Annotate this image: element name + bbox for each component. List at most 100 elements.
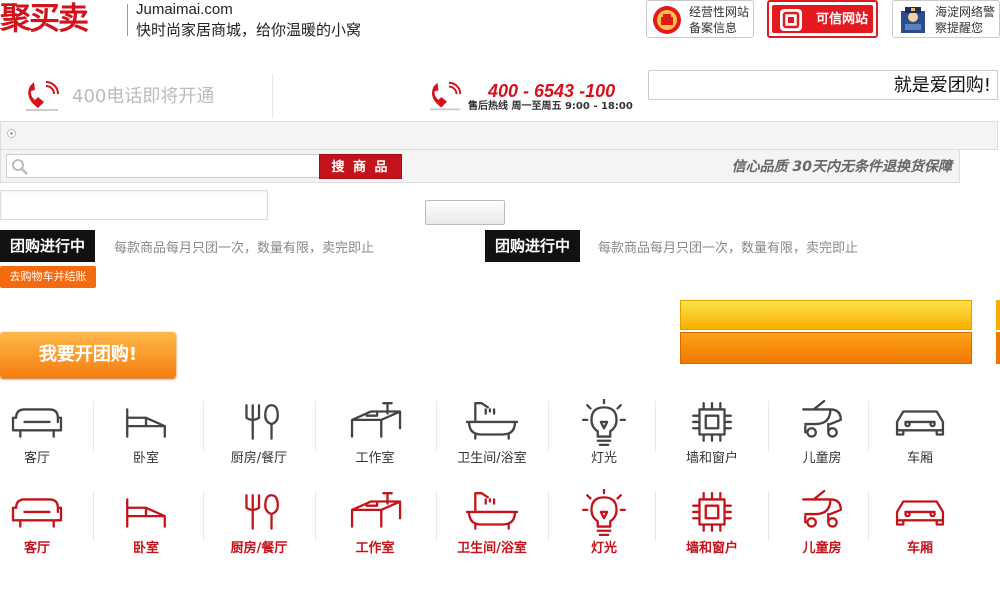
- promo-bar-orange[interactable]: [680, 332, 972, 364]
- category-item[interactable]: 墙和窗户: [667, 485, 757, 571]
- category-label: 工作室: [355, 451, 395, 466]
- category-divider: [768, 401, 769, 451]
- category-item[interactable]: 儿童房: [777, 395, 867, 481]
- trusted-site-badge[interactable]: 可信网站: [767, 0, 878, 38]
- category-divider: [655, 401, 656, 451]
- car-icon: [895, 500, 945, 526]
- lightbulb-icon: [581, 399, 627, 447]
- category-label: 厨房/餐厅: [230, 541, 288, 556]
- sofa-icon: [11, 408, 63, 438]
- category-label: 卫生间/浴室: [457, 541, 527, 556]
- category-label: 儿童房: [802, 541, 842, 556]
- category-divider: [868, 491, 869, 541]
- bathtub-icon: [465, 492, 519, 530]
- category-label: 工作室: [355, 541, 395, 556]
- hotline-number: 400 - 6543 -100: [488, 81, 616, 101]
- category-divider: [655, 491, 656, 541]
- bed-icon: [126, 408, 166, 438]
- hotline-divider: [272, 74, 273, 118]
- start-groupbuy-button[interactable]: 我要开团购!: [0, 332, 176, 378]
- site-slogan: 快时尚家居商城，给你温暖的小窝: [136, 21, 362, 39]
- badge-background: 可信网站: [772, 5, 873, 33]
- category-divider: [315, 401, 316, 451]
- category-item[interactable]: 客厅: [0, 485, 82, 571]
- site-domain: Jumaimai.com: [136, 1, 233, 18]
- fork-spoon-icon: [245, 494, 279, 530]
- category-item[interactable]: 灯光: [559, 485, 649, 571]
- groupbuy-desc: 每款商品每月只团一次，数量有限，卖完即止: [598, 241, 859, 256]
- lightbulb-icon: [581, 489, 627, 537]
- category-label: 卧室: [132, 451, 159, 466]
- shield-emblem-icon: [653, 6, 681, 34]
- badge-line1: 海淀网络警: [935, 5, 996, 19]
- category-label: 儿童房: [802, 451, 842, 466]
- category-item[interactable]: 车厢: [875, 395, 965, 481]
- category-divider: [315, 491, 316, 541]
- logo-divider: [127, 4, 128, 36]
- site-logo[interactable]: 聚买卖: [0, 0, 89, 38]
- blank-button[interactable]: [425, 200, 505, 225]
- hotline-coming-soon: 400电话即将开通: [72, 86, 215, 107]
- search-input[interactable]: [6, 154, 320, 178]
- badge-line2: 察提醒您: [935, 21, 984, 35]
- category-divider: [548, 491, 549, 541]
- quality-promise: 信心品质 30天内无条件退换货保障: [731, 159, 952, 175]
- category-label: 厨房/餐厅: [230, 451, 288, 466]
- category-label: 车厢: [906, 541, 933, 556]
- category-item[interactable]: 卫生间/浴室: [447, 395, 537, 481]
- category-label: 卧室: [132, 541, 159, 556]
- search-scope-radio[interactable]: [7, 129, 16, 138]
- badge-line2: 备案信息: [689, 21, 738, 35]
- category-divider: [93, 401, 94, 451]
- category-item[interactable]: 墙和窗户: [667, 395, 757, 481]
- category-item[interactable]: 车厢: [875, 485, 965, 571]
- category-item[interactable]: 工作室: [330, 485, 420, 571]
- promo-bar-yellow[interactable]: [680, 300, 972, 330]
- promo-bar-edge: [996, 300, 1000, 330]
- badge-label: 可信网站: [816, 12, 869, 27]
- groupbuy-desc: 每款商品每月只团一次，数量有限，卖完即止: [114, 241, 375, 256]
- category-item[interactable]: 儿童房: [777, 485, 867, 571]
- phone-gray-icon: [26, 81, 59, 111]
- badge-line1: 经营性网站: [689, 5, 750, 19]
- search-button[interactable]: 搜 商 品: [319, 154, 402, 179]
- sofa-icon: [11, 498, 63, 528]
- fork-spoon-icon: [245, 404, 279, 440]
- category-item[interactable]: 卧室: [101, 485, 191, 571]
- category-item[interactable]: 卫生间/浴室: [447, 485, 537, 571]
- groupbuy-label: 团购进行中: [485, 230, 581, 262]
- category-row-red: 客厅 卧室 厨房/餐厅 工作室 卫生间/浴室 灯光 墙和窗户 儿童房 车厢: [0, 485, 1000, 571]
- category-item[interactable]: 灯光: [559, 395, 649, 481]
- category-divider: [548, 401, 549, 451]
- stroller-icon: [802, 489, 842, 528]
- police-notice-badge[interactable]: 海淀网络警 察提醒您: [892, 0, 1000, 38]
- ad-banner-text: 就是爱团购!: [893, 75, 991, 96]
- text-input[interactable]: [0, 190, 268, 220]
- car-icon: [895, 410, 945, 436]
- promo-bar-edge: [996, 332, 1000, 364]
- ad-banner[interactable]: 就是爱团购!: [648, 70, 998, 100]
- icp-record-badge[interactable]: 经营性网站 备案信息: [646, 0, 754, 38]
- search-toolbar: [0, 121, 998, 150]
- category-label: 车厢: [906, 451, 933, 466]
- category-divider: [203, 401, 204, 451]
- desk-icon: [350, 492, 402, 528]
- category-label: 灯光: [590, 541, 617, 556]
- category-item[interactable]: 工作室: [330, 395, 420, 481]
- category-item[interactable]: 客厅: [0, 395, 82, 481]
- bed-icon: [126, 498, 166, 528]
- category-label: 客厅: [23, 451, 50, 466]
- category-item[interactable]: 卧室: [101, 395, 191, 481]
- category-label: 墙和窗户: [685, 541, 738, 556]
- category-label: 卫生间/浴室: [457, 451, 527, 466]
- category-label: 墙和窗户: [685, 451, 738, 466]
- category-divider: [93, 491, 94, 541]
- groupbuy-label: 团购进行中: [0, 230, 96, 262]
- category-item[interactable]: 厨房/餐厅: [214, 395, 304, 481]
- category-item[interactable]: 厨房/餐厅: [214, 485, 304, 571]
- checkout-button[interactable]: 去购物车并结账: [0, 266, 96, 288]
- window-chip-icon: [692, 492, 732, 532]
- desk-icon: [350, 402, 402, 438]
- police-icon: [901, 7, 925, 33]
- category-label: 客厅: [23, 541, 50, 556]
